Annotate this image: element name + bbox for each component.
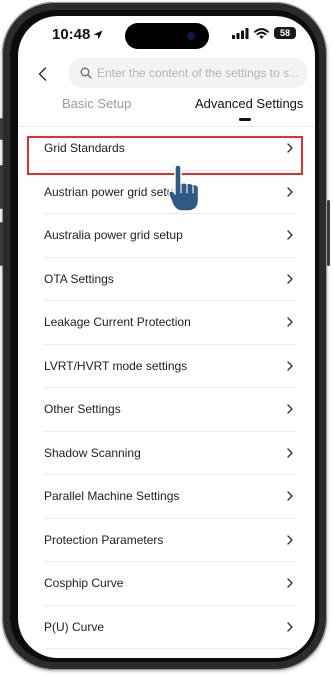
chevron-right-icon [286,274,294,284]
settings-list: Grid Standards Austrian power grid setup… [18,127,315,649]
settings-item-label: Other Settings [44,402,121,417]
settings-item-leakage-current-protection[interactable]: Leakage Current Protection [44,301,296,345]
settings-item-label: Grid Standards [44,141,125,156]
chevron-right-icon [286,448,294,458]
active-tab-indicator [239,118,251,121]
settings-item-label: Australia power grid setup [44,228,183,243]
settings-item-ota-settings[interactable]: OTA Settings [44,258,296,301]
battery-icon: 58 [274,27,296,39]
settings-item-label: P(U) Curve [44,619,105,634]
search-icon [80,67,92,79]
screen: 10:48 58 Enter the content of the settin… [18,16,315,658]
back-button[interactable] [32,63,52,85]
settings-item-parallel-machine-settings[interactable]: Parallel Machine Settings [44,475,296,519]
settings-item-australia-power-grid-setup[interactable]: Australia power grid setup [44,214,296,258]
settings-item-label: Shadow Scanning [44,445,141,460]
settings-item-label: Parallel Machine Settings [44,489,180,504]
chevron-right-icon [286,361,294,371]
cellular-signal-icon [232,27,249,39]
search-row [18,58,315,90]
tab-basic-setup[interactable]: Basic Setup [62,96,131,111]
volume-down-button [0,222,3,266]
settings-item-pu-curve[interactable]: P(U) Curve [44,606,296,649]
settings-item-cosphip-curve[interactable]: Cosphip Curve [44,562,296,606]
settings-item-grid-standards[interactable]: Grid Standards [44,127,296,171]
chevron-right-icon [286,230,294,240]
status-time-label: 10:48 [52,26,91,43]
volume-up-button [0,165,3,209]
wifi-icon [254,27,269,39]
settings-item-label: LVRT/HVRT mode settings [44,358,188,373]
status-icons: 58 [232,27,296,39]
status-bar: 10:48 58 [18,16,315,56]
settings-item-label: Cosphip Curve [44,576,124,591]
chevron-left-icon [38,67,46,81]
chevron-right-icon [286,143,294,153]
settings-item-austrian-power-grid-setup[interactable]: Austrian power grid setup [44,171,296,214]
settings-item-label: OTA Settings [44,271,114,286]
chevron-right-icon [286,317,294,327]
search-input[interactable] [97,66,302,80]
power-button [327,200,330,266]
settings-item-label: Leakage Current Protection [44,315,191,330]
chevron-right-icon [286,404,294,414]
action-button [0,118,3,140]
dynamic-island [125,23,209,49]
settings-item-label: Austrian power grid setup [44,184,181,199]
status-time: 10:48 [52,26,103,43]
tab-bar: Basic Setup Advanced Settings [18,94,315,124]
settings-item-protection-parameters[interactable]: Protection Parameters [44,519,296,562]
chevron-right-icon [286,622,294,632]
settings-item-lvrt-hvrt-mode-settings[interactable]: LVRT/HVRT mode settings [44,345,296,388]
chevron-right-icon [286,187,294,197]
tab-advanced-settings[interactable]: Advanced Settings [195,96,303,111]
chevron-right-icon [286,491,294,501]
front-camera-icon [187,32,195,40]
settings-item-shadow-scanning[interactable]: Shadow Scanning [44,432,296,475]
search-box[interactable] [68,58,308,88]
settings-item-label: Protection Parameters [44,532,164,547]
chevron-right-icon [286,535,294,545]
battery-level: 58 [279,28,290,38]
chevron-right-icon [286,578,294,588]
settings-item-other-settings[interactable]: Other Settings [44,388,296,432]
location-arrow-icon [93,30,103,39]
